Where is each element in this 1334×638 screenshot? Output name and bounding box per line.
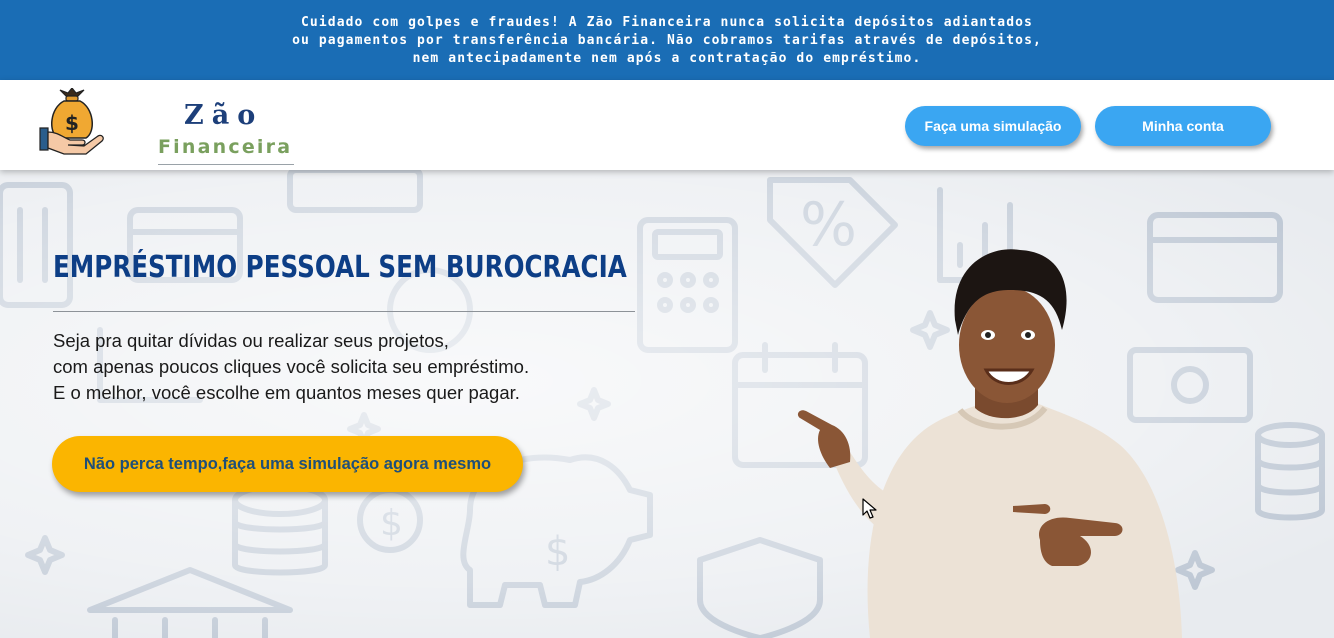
hero-paragraph-line-2: com apenas poucos cliques você solicita … — [53, 356, 530, 377]
cta-simulation-button[interactable]: Não perca tempo,faça uma simulação agora… — [52, 436, 523, 492]
warning-line-1: Cuidado com golpes e fraudes! A Zão Fina… — [301, 15, 1033, 30]
logo-underline — [158, 164, 294, 165]
hero-divider — [53, 311, 635, 312]
mouse-cursor-icon — [862, 498, 877, 519]
hero-paragraph-line-1: Seja pra quitar dívidas ou realizar seus… — [53, 330, 449, 351]
site-header: $ Zão Financeira Faça uma simulação Minh… — [0, 80, 1334, 170]
warning-banner: Cuidado com golpes e fraudes! A Zão Fina… — [0, 0, 1334, 80]
my-account-button[interactable]: Minha conta — [1095, 106, 1271, 146]
warning-line-2: ou pagamentos por transferência bancária… — [292, 33, 1042, 48]
site-logo[interactable]: $ Zão Financeira — [38, 88, 294, 165]
simulation-button[interactable]: Faça uma simulação — [905, 106, 1081, 146]
money-bag-hand-icon: $ — [39, 88, 104, 155]
hero-paragraph: Seja pra quitar dívidas ou realizar seus… — [53, 328, 529, 406]
logo-word-zao: Zão — [184, 100, 264, 131]
svg-text:$: $ — [65, 111, 79, 135]
warning-line-3: nem antecipadamente nem após a contrataç… — [412, 51, 922, 66]
hero-paragraph-line-3: E o melhor, você escolhe em quantos mese… — [53, 382, 520, 403]
logo-word-financeira: Financeira — [158, 136, 293, 158]
hero-section: % $ $ — [0, 170, 1334, 638]
hero-title: EMPRÉSTIMO PESSOAL SEM BUROCRACIA — [53, 250, 627, 285]
smiling-man-pointing-icon — [797, 249, 1182, 638]
